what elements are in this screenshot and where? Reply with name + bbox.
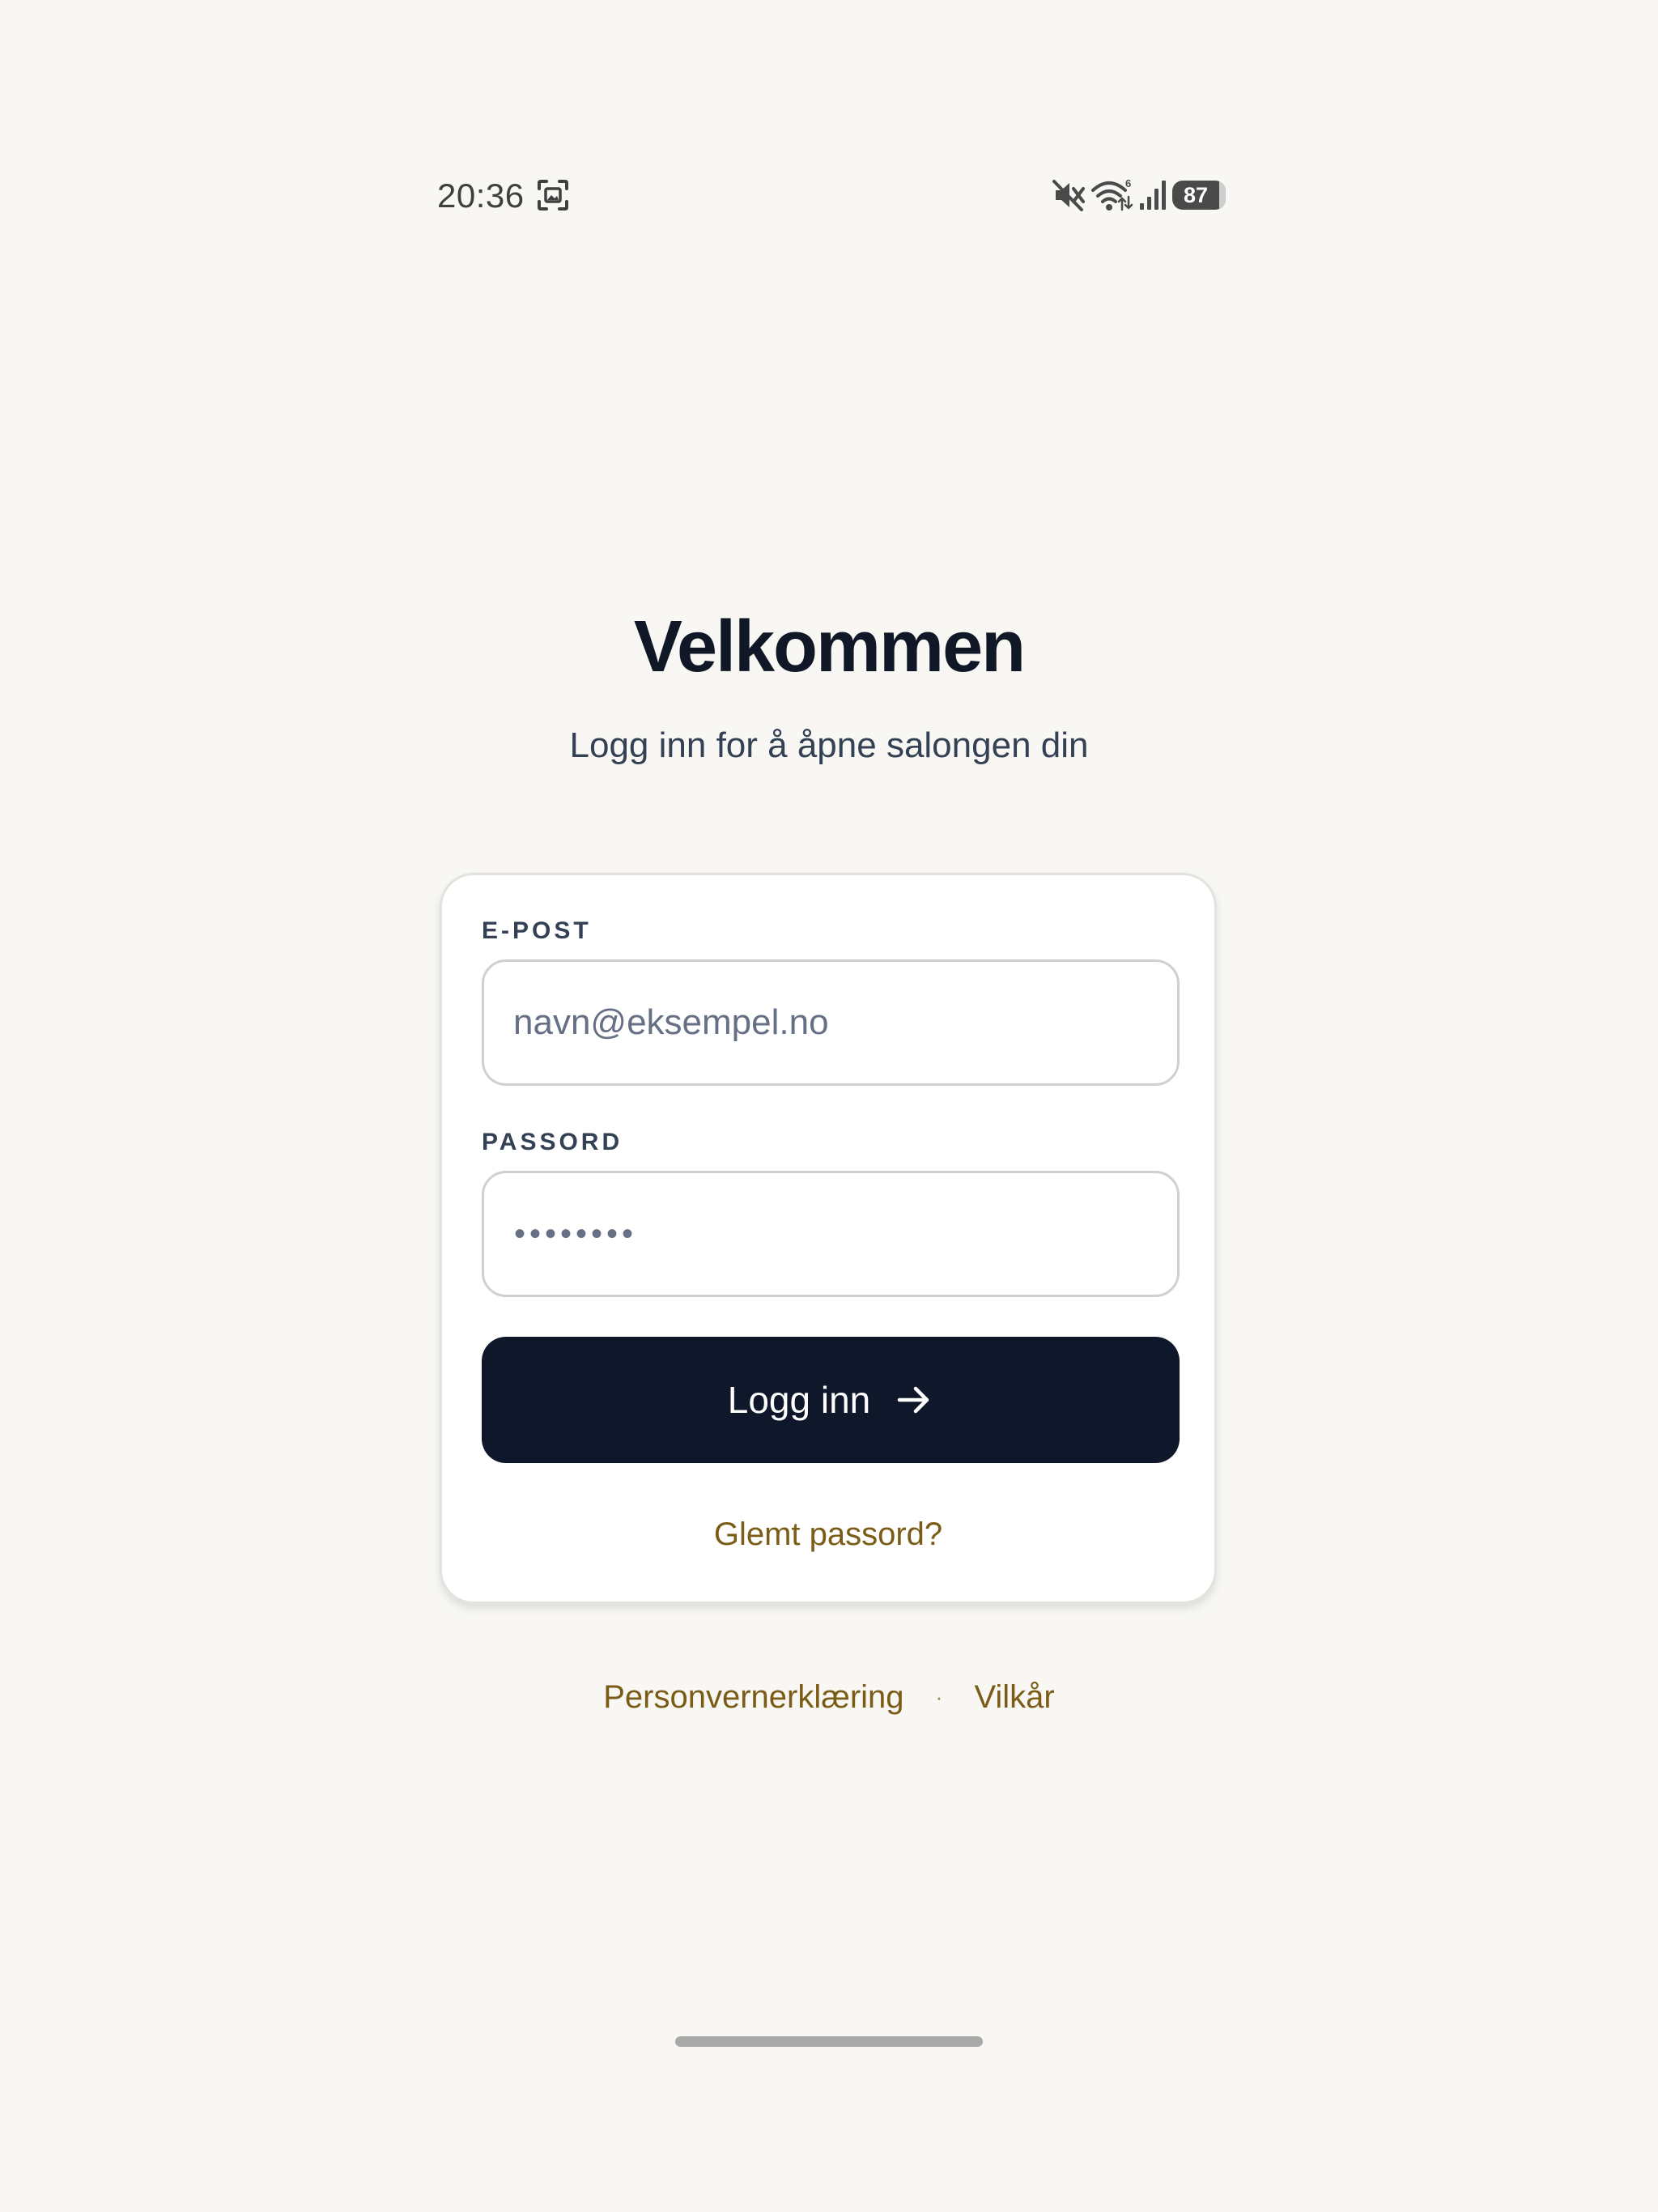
email-label: E-POST — [482, 917, 592, 944]
page-title: Velkommen — [633, 606, 1026, 687]
privacy-policy-link[interactable]: Personvernerklæring — [603, 1679, 903, 1716]
login-card: E-POST PASSORD •••••••• Logg inn Glemt p… — [440, 873, 1217, 1604]
signal-icon — [1140, 181, 1166, 210]
password-field[interactable]: •••••••• — [482, 1171, 1180, 1297]
battery-level: 87 — [1183, 183, 1209, 207]
screenshot-icon — [538, 180, 568, 211]
page-subtitle: Logg inn for å åpne salongen din — [569, 725, 1089, 765]
svg-text:6: 6 — [1125, 177, 1131, 189]
login-button[interactable]: Logg inn — [482, 1337, 1180, 1463]
status-icons: 6 87 — [1051, 177, 1226, 214]
wifi-6-icon: 6 — [1091, 177, 1133, 211]
password-input[interactable]: •••••••• — [514, 1173, 637, 1295]
email-input[interactable] — [513, 962, 1145, 1083]
battery-icon: 87 — [1172, 181, 1226, 210]
arrow-right-icon — [898, 1386, 929, 1414]
mute-icon — [1052, 180, 1085, 211]
terms-link[interactable]: Vilkår — [974, 1679, 1054, 1716]
password-label: PASSORD — [482, 1129, 623, 1155]
status-time: 20:36 — [437, 177, 525, 215]
status-bar: 20:36 6 87 — [437, 170, 1226, 220]
login-button-label: Logg inn — [727, 1379, 871, 1421]
home-indicator[interactable] — [675, 2036, 983, 2047]
footer-separator: · — [935, 1684, 943, 1709]
email-field[interactable] — [482, 959, 1180, 1086]
footer-links: Personvernerklæring · Vilkår — [0, 1678, 1658, 1716]
forgot-password-link[interactable]: Glemt passord? — [442, 1516, 1214, 1553]
